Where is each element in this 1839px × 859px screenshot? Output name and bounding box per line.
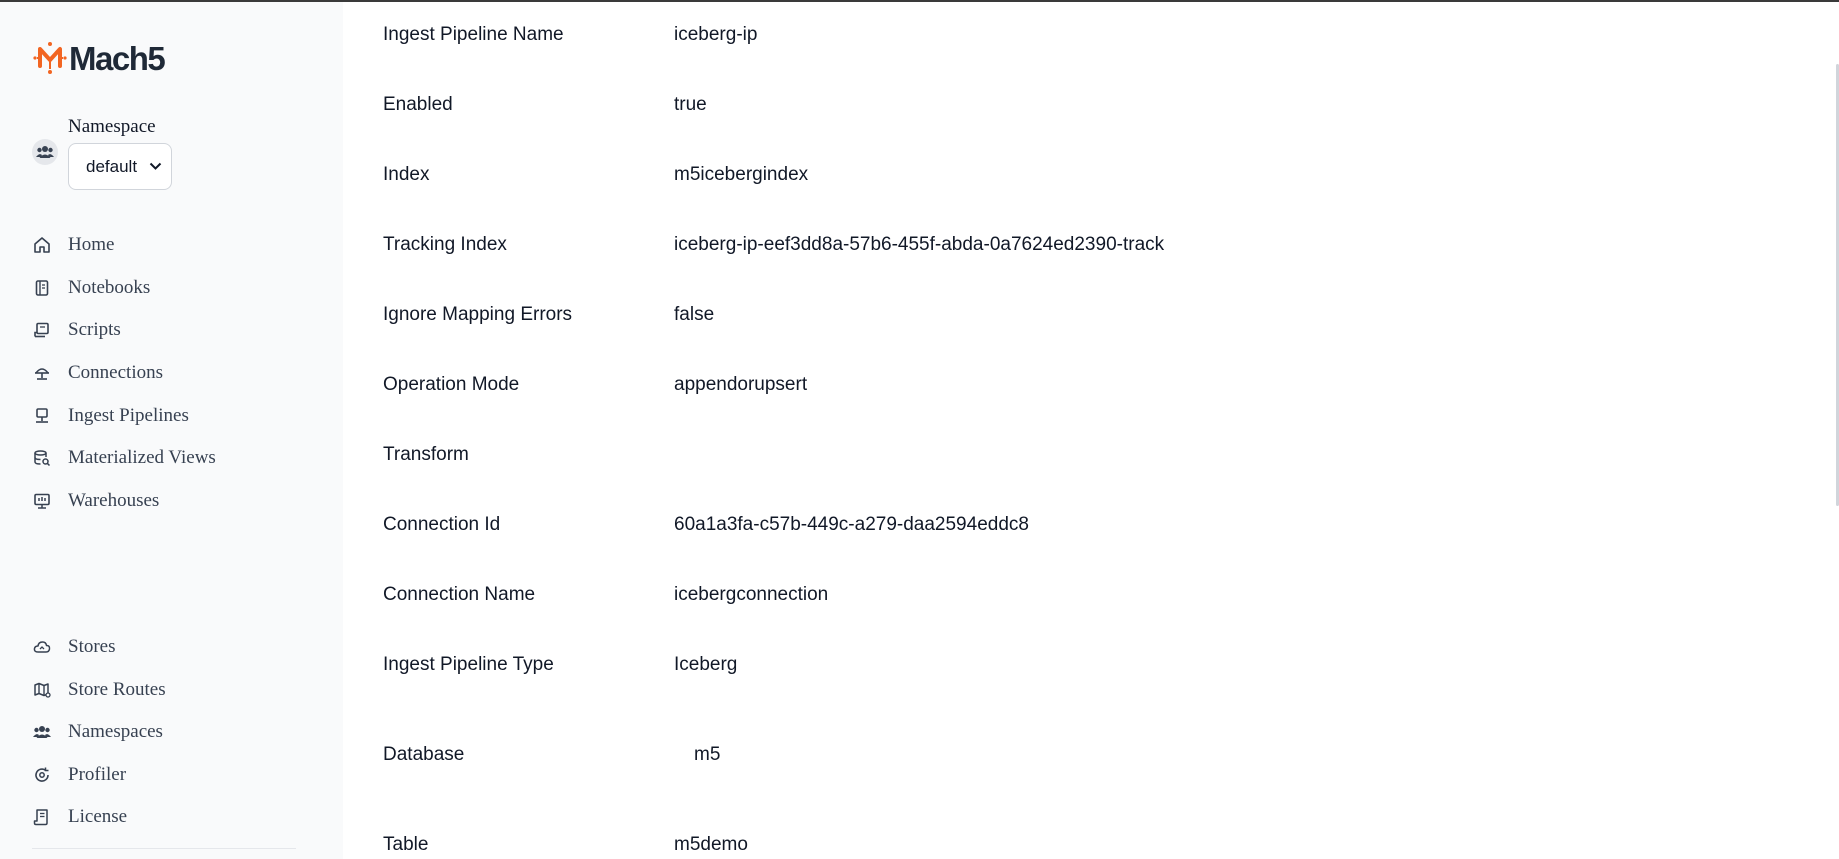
sidebar-item-label: Profiler bbox=[68, 764, 127, 785]
detail-value: m5 bbox=[694, 744, 721, 765]
detail-value: m5icebergindex bbox=[674, 164, 809, 185]
home-icon bbox=[32, 235, 52, 255]
connection-icon bbox=[32, 363, 52, 383]
namespace-select[interactable]: default bbox=[68, 143, 172, 190]
sidebar-item-ingest-pipelines[interactable]: Ingest Pipelines bbox=[32, 401, 189, 431]
detail-row-pipeline-type: Ingest Pipeline Type Iceberg bbox=[383, 651, 1783, 679]
detail-key: Ingest Pipeline Type bbox=[383, 654, 554, 675]
detail-value: m5demo bbox=[674, 834, 748, 855]
namespace-label: Namespace bbox=[68, 116, 156, 137]
detail-key: Connection Id bbox=[383, 514, 501, 535]
sidebar-item-label: Ingest Pipelines bbox=[68, 405, 189, 426]
sidebar-item-stores[interactable]: Stores bbox=[32, 632, 116, 662]
detail-key: Transform bbox=[383, 444, 469, 465]
profiler-icon bbox=[32, 765, 52, 785]
sidebar: Mach5 Namespace default Home Notebooks S… bbox=[0, 2, 343, 859]
sidebar-item-namespaces[interactable]: Namespaces bbox=[32, 717, 163, 747]
sidebar-item-label: Materialized Views bbox=[68, 447, 216, 468]
sidebar-item-store-routes[interactable]: Store Routes bbox=[32, 675, 166, 705]
chevron-down-icon bbox=[149, 162, 162, 171]
detail-value: true bbox=[674, 94, 707, 115]
detail-row-ignore-mapping-errors: Ignore Mapping Errors false bbox=[383, 301, 1783, 329]
pipeline-details: Ingest Pipeline Name iceberg-ip Enabled … bbox=[343, 2, 1839, 859]
sidebar-item-warehouses[interactable]: Warehouses bbox=[32, 486, 159, 516]
detail-row-operation-mode: Operation Mode appendorupsert bbox=[383, 371, 1783, 399]
detail-key: Table bbox=[383, 834, 429, 855]
sidebar-divider bbox=[32, 848, 296, 849]
detail-row-connection-name: Connection Name icebergconnection bbox=[383, 581, 1783, 609]
users-icon bbox=[32, 722, 52, 742]
detail-value: false bbox=[674, 304, 715, 325]
namespace-users-icon bbox=[32, 139, 58, 165]
detail-row-table: Table m5demo bbox=[383, 831, 1783, 859]
sidebar-item-label: Store Routes bbox=[68, 679, 166, 700]
detail-key: Enabled bbox=[383, 94, 453, 115]
detail-row-database: Database m5 bbox=[383, 741, 1783, 769]
sidebar-item-license[interactable]: License bbox=[32, 802, 127, 832]
namespace-select-value: default bbox=[86, 156, 138, 176]
pipeline-icon bbox=[32, 406, 52, 426]
detail-row-enabled: Enabled true bbox=[383, 91, 1783, 119]
sidebar-item-materialized-views[interactable]: Materialized Views bbox=[32, 443, 216, 473]
script-icon bbox=[32, 320, 52, 340]
detail-key: Ingest Pipeline Name bbox=[383, 24, 564, 45]
sidebar-item-label: Notebooks bbox=[68, 277, 151, 298]
notebook-icon bbox=[32, 278, 52, 298]
mach5-logo-icon bbox=[33, 42, 67, 74]
detail-key: Index bbox=[383, 164, 430, 185]
detail-value: appendorupsert bbox=[674, 374, 808, 395]
detail-row-transform: Transform bbox=[383, 441, 1783, 469]
database-search-icon bbox=[32, 448, 52, 468]
detail-value: iceberg-ip-eef3dd8a-57b6-455f-abda-0a762… bbox=[674, 234, 1165, 255]
detail-key: Database bbox=[383, 744, 465, 765]
sidebar-item-connections[interactable]: Connections bbox=[32, 358, 163, 388]
warehouse-icon bbox=[32, 491, 52, 511]
sidebar-item-label: Namespaces bbox=[68, 721, 163, 742]
detail-value: iceberg-ip bbox=[674, 24, 758, 45]
detail-key: Tracking Index bbox=[383, 234, 507, 255]
sidebar-item-label: License bbox=[68, 806, 128, 827]
sidebar-item-profiler[interactable]: Profiler bbox=[32, 760, 126, 790]
map-icon bbox=[32, 680, 52, 700]
cloud-icon bbox=[32, 637, 52, 657]
sidebar-item-label: Scripts bbox=[68, 319, 121, 340]
detail-value: Iceberg bbox=[674, 654, 738, 675]
license-icon bbox=[32, 807, 52, 827]
sidebar-item-label: Warehouses bbox=[68, 490, 160, 511]
namespace-selector-block: Namespace default bbox=[32, 115, 172, 190]
detail-key: Operation Mode bbox=[383, 374, 520, 395]
detail-row-pipeline-name: Ingest Pipeline Name iceberg-ip bbox=[383, 21, 1783, 49]
sidebar-item-label: Connections bbox=[68, 362, 163, 383]
app-logo[interactable]: Mach5 bbox=[32, 38, 166, 78]
detail-value: icebergconnection bbox=[674, 584, 829, 605]
app-logo-text: Mach5 bbox=[69, 39, 166, 77]
sidebar-item-label: Home bbox=[68, 234, 115, 255]
detail-key: Ignore Mapping Errors bbox=[383, 304, 573, 325]
detail-value: 60a1a3fa-c57b-449c-a279-daa2594eddc8 bbox=[674, 514, 1029, 535]
detail-row-index: Index m5icebergindex bbox=[383, 161, 1783, 189]
detail-key: Connection Name bbox=[383, 584, 536, 605]
detail-row-tracking-index: Tracking Index iceberg-ip-eef3dd8a-57b6-… bbox=[383, 231, 1783, 259]
sidebar-item-label: Stores bbox=[68, 636, 116, 657]
sidebar-item-scripts[interactable]: Scripts bbox=[32, 315, 121, 345]
detail-row-connection-id: Connection Id 60a1a3fa-c57b-449c-a279-da… bbox=[383, 511, 1783, 539]
sidebar-item-home[interactable]: Home bbox=[32, 230, 114, 260]
sidebar-item-notebooks[interactable]: Notebooks bbox=[32, 273, 150, 303]
